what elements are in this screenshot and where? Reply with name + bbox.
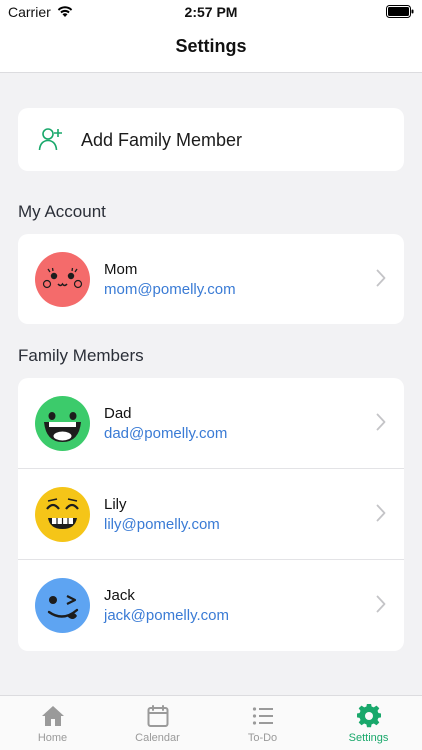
account-row-mom[interactable]: Mom mom@pomelly.com: [18, 234, 404, 324]
avatar-lily: [35, 487, 90, 542]
chevron-right-icon: [376, 269, 386, 287]
family-name: Jack: [104, 587, 135, 604]
chevron-right-icon: [376, 413, 386, 431]
battery-icon: [386, 5, 414, 18]
account-name: Mom: [104, 261, 138, 278]
page-title: Settings: [175, 36, 247, 56]
my-account-heading: My Account: [18, 202, 106, 221]
tab-settings-label: Settings: [348, 732, 389, 744]
family-email: dad@pomelly.com: [104, 425, 228, 442]
family-members-heading: Family Members: [18, 346, 144, 365]
avatar-jack: [35, 578, 90, 633]
calendar-icon: [147, 705, 168, 727]
tab-todo-label: To-Do: [247, 732, 278, 744]
account-card: Mom mom@pomelly.com: [18, 234, 404, 324]
avatar-mom: [35, 252, 90, 307]
family-email: jack@pomelly.com: [104, 607, 229, 624]
tab-calendar[interactable]: Calendar: [105, 696, 210, 750]
status-bar: Carrier 2:57 PM: [0, 0, 422, 24]
list-icon: [252, 707, 273, 725]
tab-home-label: Home: [37, 732, 68, 744]
tab-home[interactable]: Home: [0, 696, 105, 750]
chevron-right-icon: [376, 504, 386, 522]
account-email: mom@pomelly.com: [104, 281, 236, 298]
chevron-right-icon: [376, 595, 386, 613]
home-icon: [41, 706, 64, 726]
family-row-jack[interactable]: Jack jack@pomelly.com: [18, 560, 404, 651]
family-row-dad[interactable]: Dad dad@pomelly.com: [18, 378, 404, 469]
family-members-card: Dad dad@pomelly.com Lily lily@pomelly.co…: [18, 378, 404, 651]
tab-settings[interactable]: Settings: [316, 696, 421, 750]
status-time: 2:57 PM: [184, 4, 238, 20]
tab-todo[interactable]: To-Do: [210, 696, 315, 750]
family-row-lily[interactable]: Lily lily@pomelly.com: [18, 469, 404, 560]
avatar-dad: [35, 396, 90, 451]
gear-icon: [356, 704, 381, 728]
tab-bar: Home Calendar To-Do Settings: [0, 695, 422, 750]
nav-bar: Settings: [0, 24, 422, 73]
tab-calendar-label: Calendar: [135, 732, 180, 744]
add-user-icon: [38, 128, 62, 151]
family-email: lily@pomelly.com: [104, 516, 220, 533]
add-family-member-button[interactable]: Add Family Member: [18, 108, 404, 171]
add-family-member-label: Add Family Member: [81, 130, 243, 150]
family-name: Lily: [104, 496, 127, 513]
family-name: Dad: [104, 405, 132, 422]
